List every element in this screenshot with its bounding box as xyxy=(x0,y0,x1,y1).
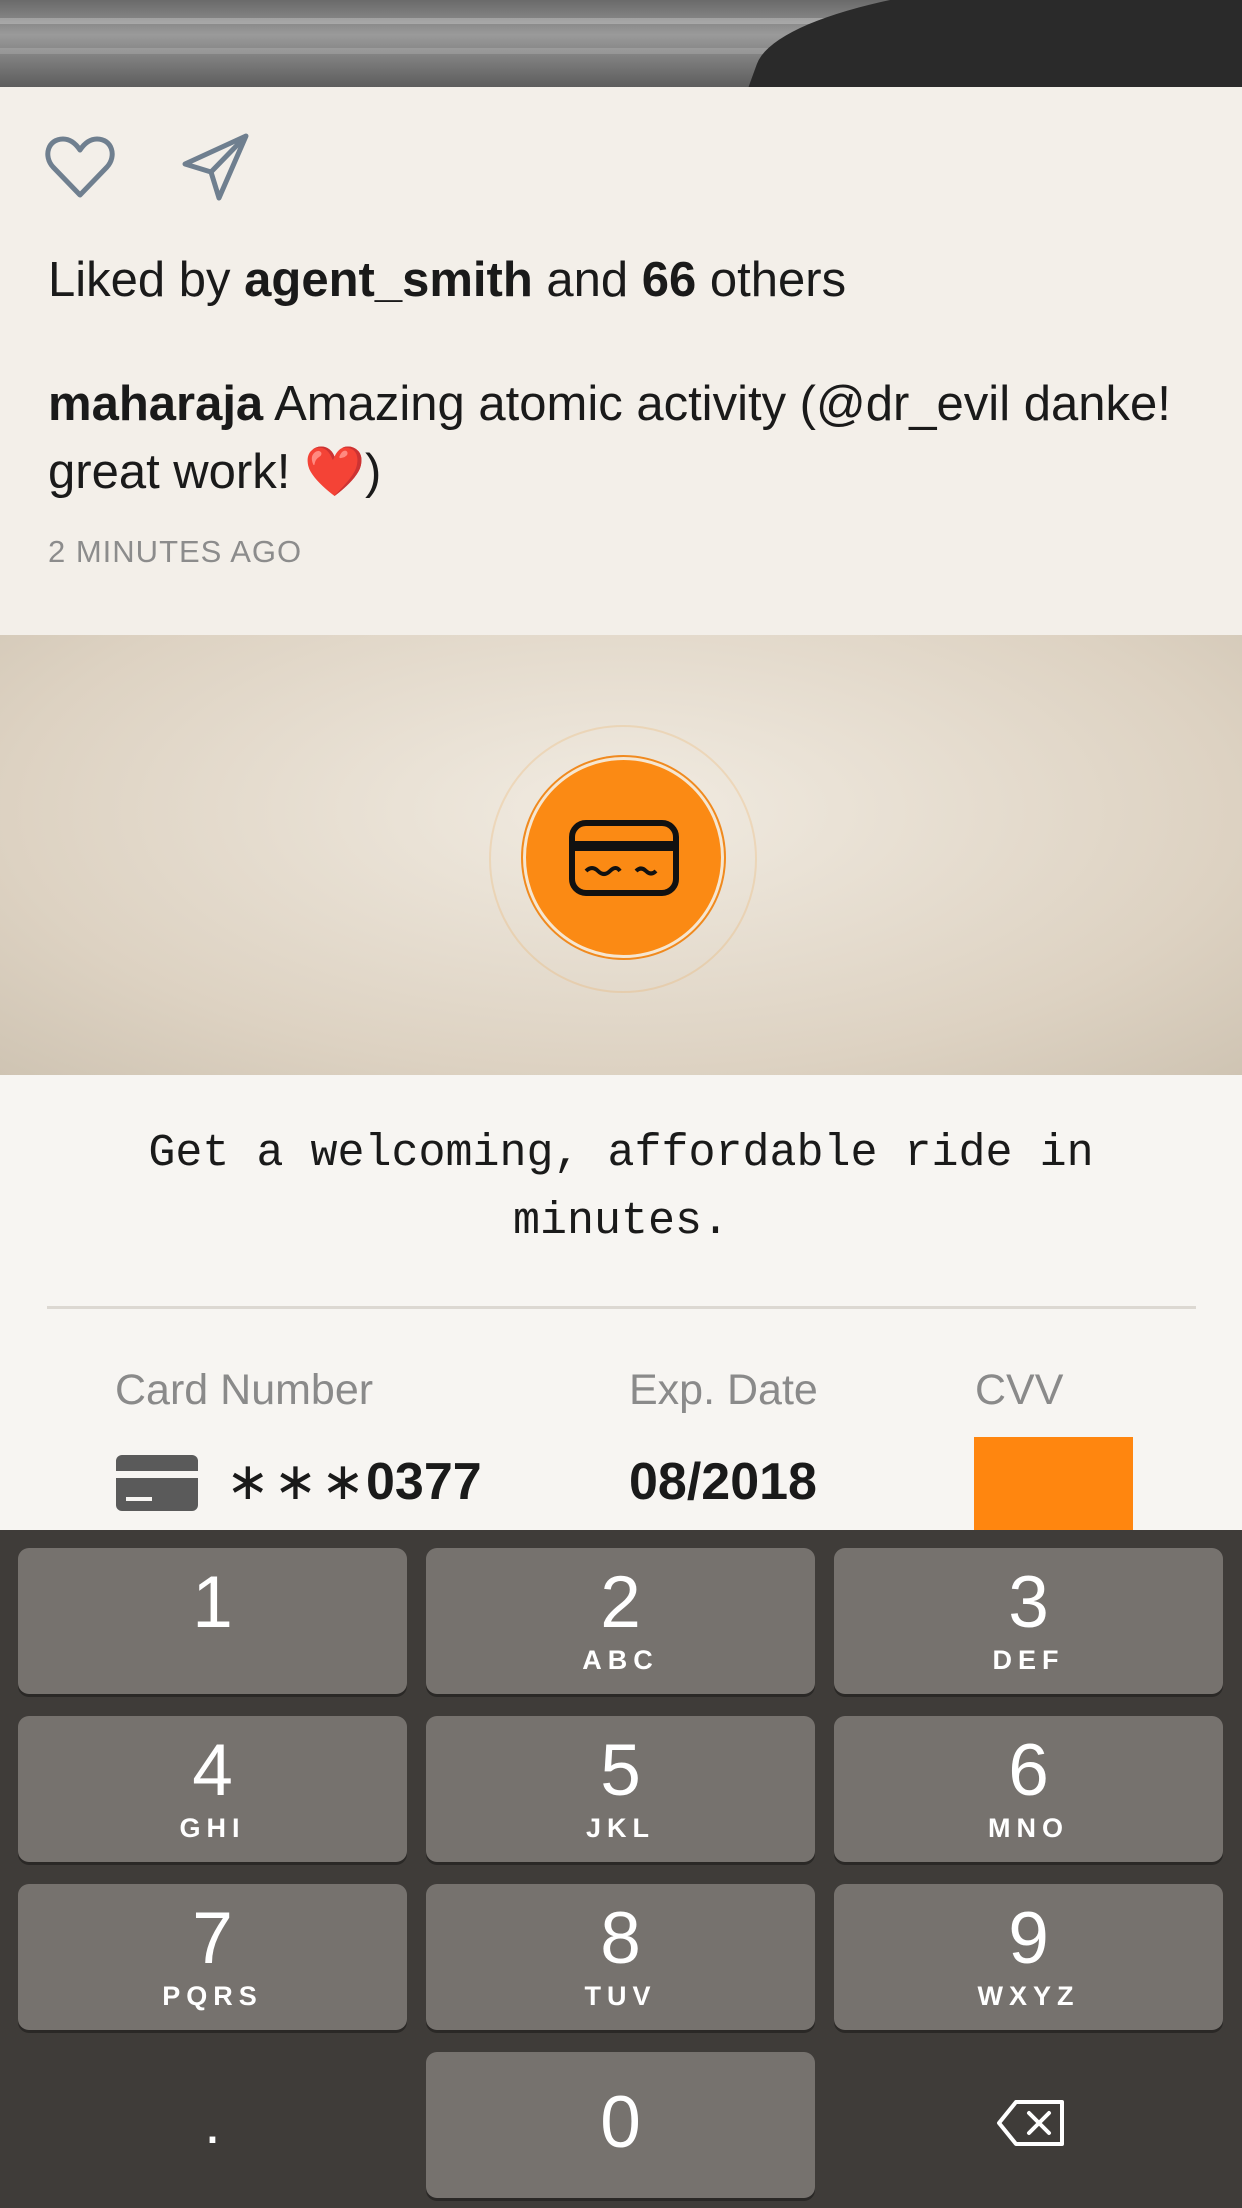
credit-card-icon xyxy=(523,757,724,958)
key-3[interactable]: 3 DEF xyxy=(834,1548,1223,1694)
key-4[interactable]: 4 GHI xyxy=(18,1716,407,1862)
send-icon[interactable] xyxy=(180,132,252,202)
likes-count[interactable]: 66 xyxy=(642,253,697,307)
key-letters: ABC xyxy=(582,1645,659,1675)
key-letters: WXYZ xyxy=(977,1981,1080,2011)
heart-emoji: ❤️ xyxy=(304,443,366,500)
likes-suffix[interactable]: others xyxy=(710,253,846,307)
key-letters: MNO xyxy=(988,1813,1069,1843)
exp-date-value[interactable]: 08/2018 xyxy=(629,1452,817,1512)
key-digit: 6 xyxy=(1008,1730,1049,1811)
key-digit: 1 xyxy=(192,1562,233,1643)
key-9[interactable]: 9 WXYZ xyxy=(834,1884,1223,2030)
key-letters: TUV xyxy=(584,1981,657,2011)
key-1[interactable]: 1 xyxy=(18,1548,407,1694)
cvv-input[interactable] xyxy=(974,1437,1133,1532)
key-digit: 5 xyxy=(600,1730,641,1811)
key-digit: 8 xyxy=(600,1898,641,1979)
key-2[interactable]: 2 ABC xyxy=(426,1548,815,1694)
key-8[interactable]: 8 TUV xyxy=(426,1884,815,2030)
promo-headline: Get a welcoming, affordable ride in minu… xyxy=(148,1128,1094,1247)
backspace-icon[interactable] xyxy=(836,2050,1225,2196)
key-digit: 7 xyxy=(192,1898,233,1979)
cvv-label: CVV xyxy=(975,1366,1064,1414)
heart-icon[interactable] xyxy=(44,132,116,202)
key-digit: 9 xyxy=(1008,1898,1049,1979)
divider xyxy=(47,1306,1196,1309)
key-0[interactable]: 0 xyxy=(426,2052,815,2198)
card-number-mask[interactable]: ∗∗∗ xyxy=(226,1452,369,1512)
likes-prefix: Liked by xyxy=(48,253,231,307)
card-last4[interactable]: 0377 xyxy=(366,1452,482,1512)
key-digit: 3 xyxy=(1008,1562,1049,1643)
key-decimal[interactable]: . xyxy=(18,2050,407,2196)
exp-date-label: Exp. Date xyxy=(629,1366,818,1414)
post-photo xyxy=(0,0,1242,87)
liked-by-user-link[interactable]: agent_smith xyxy=(244,253,533,307)
key-digit: 4 xyxy=(192,1730,233,1811)
key-letters: JKL xyxy=(585,1813,655,1843)
key-digit: 0 xyxy=(600,2082,641,2163)
post-caption: maharaja Amazing atomic activity (@dr_ev… xyxy=(48,370,1188,506)
likes-summary: Liked by agent_smith and 66 others xyxy=(48,252,846,308)
key-letters: PQRS xyxy=(162,1981,263,2011)
key-6[interactable]: 6 MNO xyxy=(834,1716,1223,1862)
caption-username[interactable]: maharaja xyxy=(48,377,263,431)
card-icon xyxy=(116,1455,198,1511)
key-digit: 2 xyxy=(600,1562,641,1643)
likes-and: and xyxy=(546,253,629,307)
card-number-label: Card Number xyxy=(115,1366,374,1414)
key-letters: GHI xyxy=(179,1813,246,1843)
key-5[interactable]: 5 JKL xyxy=(426,1716,815,1862)
key-7[interactable]: 7 PQRS xyxy=(18,1884,407,2030)
post-timestamp: 2 MINUTES AGO xyxy=(48,534,303,569)
key-letters: DEF xyxy=(992,1645,1065,1675)
caption-close-paren: ) xyxy=(365,445,382,499)
